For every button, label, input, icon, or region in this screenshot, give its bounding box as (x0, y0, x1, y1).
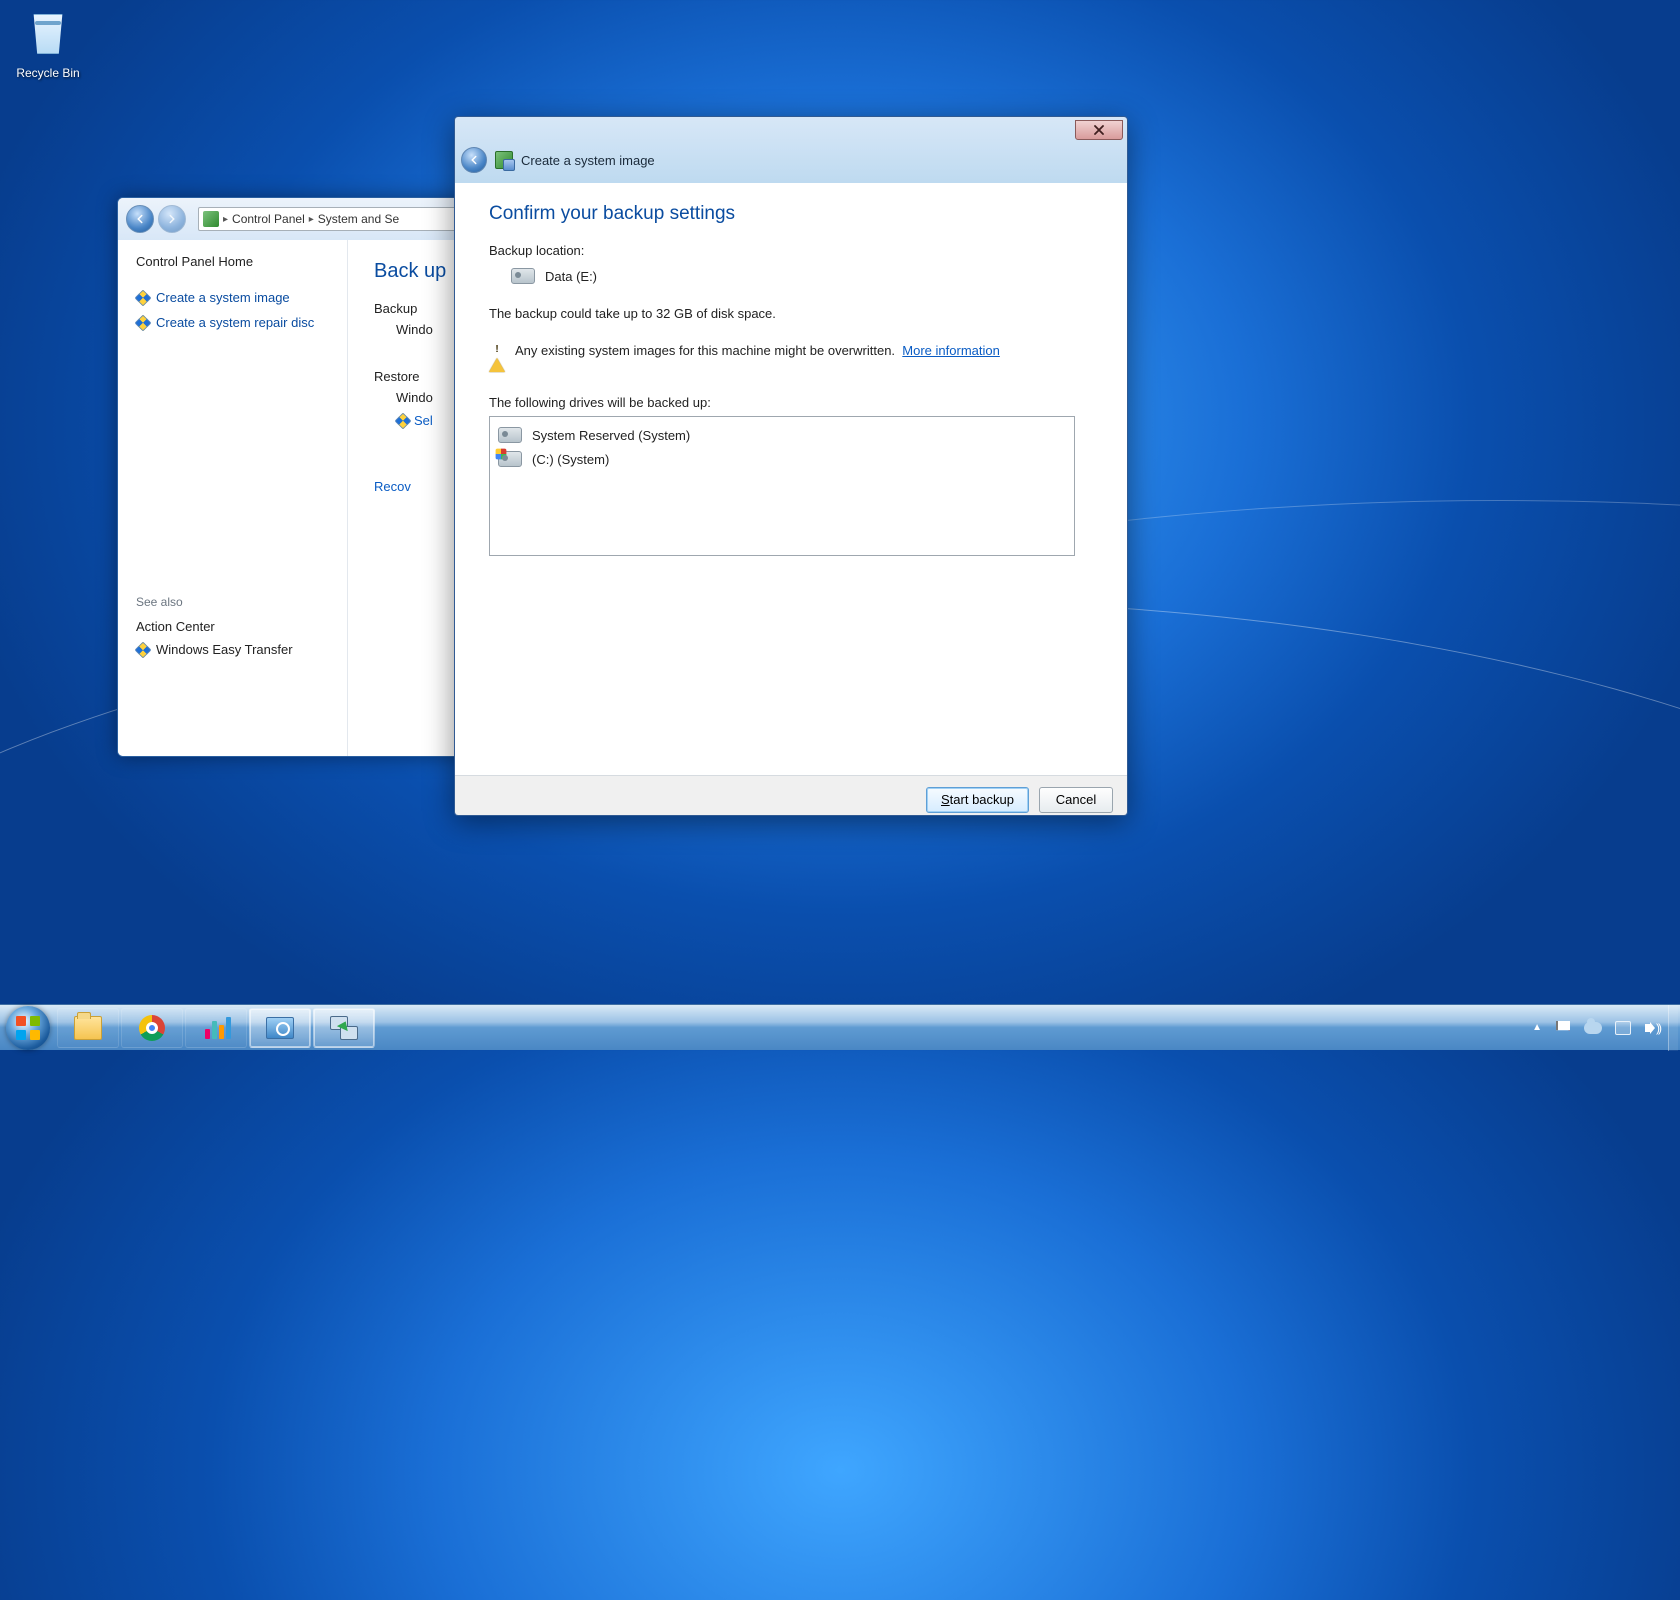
desktop-icon-label: Recycle Bin (10, 66, 86, 80)
control-panel-icon (266, 1017, 294, 1039)
drive-row: System Reserved (System) (496, 423, 1068, 447)
show-desktop-button[interactable] (1668, 1005, 1678, 1051)
tray-show-hidden-icons[interactable]: ▲ (1532, 1022, 1542, 1033)
shield-icon (135, 641, 152, 658)
wizard-back-button[interactable] (461, 147, 487, 173)
create-system-image-wizard: Create a system image Confirm your backu… (454, 116, 1128, 816)
desktop-icon-recycle-bin[interactable]: Recycle Bin (10, 8, 86, 80)
breadcrumb-segment[interactable]: System and Se (314, 212, 403, 226)
hard-drive-icon (511, 268, 535, 284)
drives-label: The following drives will be backed up: (489, 395, 1093, 410)
drive-row: (C:) (System) (496, 447, 1068, 471)
recycle-bin-icon (24, 14, 72, 62)
more-information-link[interactable]: More information (902, 343, 1000, 358)
start-backup-button[interactable]: Start backup (926, 787, 1029, 813)
tray-action-center-icon[interactable]: × (1554, 1019, 1572, 1037)
taskbar: ▲ × )) (0, 1004, 1680, 1050)
cancel-button[interactable]: Cancel (1039, 787, 1113, 813)
taskbar-item-explorer[interactable] (57, 1008, 119, 1048)
taskbar-item-app[interactable] (185, 1008, 247, 1048)
tray-network-icon[interactable] (1614, 1019, 1632, 1037)
sidebar-link-label: Create a system image (156, 290, 290, 305)
bars-app-icon (203, 1015, 229, 1041)
taskbar-item-control-panel[interactable] (249, 1008, 311, 1048)
drives-listbox: System Reserved (System) (C:) (System) (489, 416, 1075, 556)
sidebar-link-create-repair-disc[interactable]: Create a system repair disc (136, 310, 335, 335)
button-label: Start backup (941, 792, 1014, 807)
wizard-title: Create a system image (521, 153, 655, 168)
start-button[interactable] (6, 1006, 50, 1050)
easy-transfer-icon (330, 1016, 358, 1040)
link-label: Sel (414, 413, 433, 428)
drive-label: (C:) (System) (532, 452, 609, 467)
control-panel-icon (203, 211, 219, 227)
drive-label: System Reserved (System) (532, 428, 690, 443)
shield-icon (395, 412, 412, 429)
see-also-heading: See also (136, 595, 335, 609)
file-explorer-icon (74, 1016, 102, 1040)
system-image-icon (495, 151, 513, 169)
sidebar-link-label: Create a system repair disc (156, 315, 314, 330)
nav-back-button[interactable] (126, 205, 154, 233)
close-button[interactable] (1075, 120, 1123, 140)
warning-text: Any existing system images for this mach… (515, 343, 895, 358)
shield-icon (135, 289, 152, 306)
sidebar-link-create-system-image[interactable]: Create a system image (136, 285, 335, 310)
wizard-footer: Start backup Cancel (455, 775, 1127, 816)
control-panel-sidebar: Control Panel Home Create a system image… (118, 240, 348, 756)
warning-row: ! Any existing system images for this ma… (489, 343, 1093, 359)
tray-onedrive-icon[interactable] (1584, 1019, 1602, 1037)
hard-drive-icon (498, 427, 522, 443)
tray-volume-icon[interactable]: )) (1644, 1019, 1662, 1037)
warning-icon: ! (489, 343, 505, 359)
close-icon (1093, 124, 1105, 136)
wizard-heading: Confirm your backup settings (489, 203, 1093, 225)
wizard-content: Confirm your backup settings Backup loca… (455, 183, 1127, 775)
chrome-icon (139, 1015, 165, 1041)
backup-location-value: Data (E:) (545, 269, 597, 284)
shield-icon (135, 314, 152, 331)
hard-drive-windows-icon (498, 451, 522, 467)
nav-forward-button[interactable] (158, 205, 186, 233)
backup-size-note: The backup could take up to 32 GB of dis… (489, 306, 1093, 321)
see-also-label: Action Center (136, 619, 215, 634)
see-also-label: Windows Easy Transfer (156, 642, 293, 657)
link-label: Recov (374, 479, 411, 494)
taskbar-item-easy-transfer[interactable] (313, 1008, 375, 1048)
control-panel-home-link[interactable]: Control Panel Home (136, 254, 335, 269)
backup-location-value-row: Data (E:) (489, 264, 1093, 288)
system-tray: ▲ × )) (1522, 1019, 1668, 1037)
wizard-title-area: Create a system image (455, 117, 1127, 183)
windows-logo-icon (16, 1016, 40, 1040)
breadcrumb-segment[interactable]: Control Panel (228, 212, 309, 226)
backup-location-label: Backup location: (489, 243, 1093, 258)
taskbar-item-chrome[interactable] (121, 1008, 183, 1048)
see-also-action-center[interactable]: Action Center (136, 615, 335, 638)
see-also-windows-easy-transfer[interactable]: Windows Easy Transfer (136, 638, 335, 661)
